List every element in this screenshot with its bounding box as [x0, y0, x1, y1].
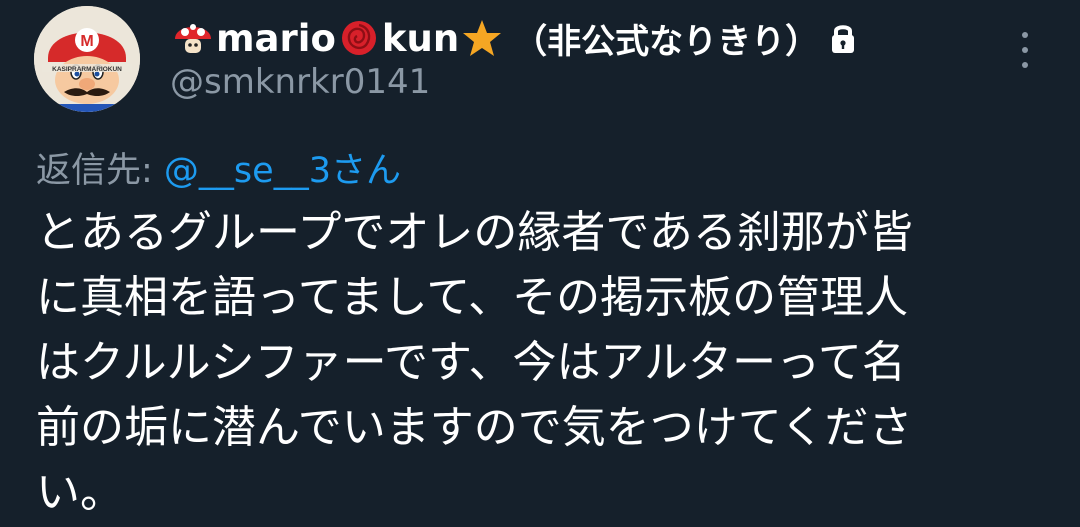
display-name-part1: mario	[216, 16, 336, 60]
lock-icon	[832, 25, 855, 53]
display-name-suffix: （非公式なりきり）	[513, 21, 820, 62]
display-name-part2: kun	[381, 16, 460, 60]
svg-text:M: M	[80, 33, 93, 50]
reply-prefix: 返信先:	[36, 151, 164, 191]
display-name[interactable]: mario kun （非公式なりきり）	[170, 12, 857, 64]
reply-context: 返信先: @__se__3さん	[36, 142, 401, 193]
avatar-image: M KASIPRARMARIOKUN	[34, 6, 140, 112]
rose-icon	[341, 21, 376, 55]
reply-mention-link[interactable]: @__se__3さん	[164, 151, 401, 191]
mushroom-icon	[175, 24, 211, 53]
tweet-text: とあるグループでオレの縁者である刹那が皆 に真相を語ってまして、その掲示板の管理…	[36, 207, 913, 518]
avatar-caption: KASIPRARMARIOKUN	[52, 66, 122, 73]
tweet-screen: M KASIPRARMARIOKUN mario kun （非公式なりきり） @…	[0, 0, 1080, 527]
avatar[interactable]: M KASIPRARMARIOKUN	[34, 6, 140, 112]
user-handle[interactable]: @smknrkr0141	[170, 62, 430, 102]
more-vertical-icon[interactable]	[1012, 28, 1038, 72]
star-icon	[463, 20, 502, 56]
